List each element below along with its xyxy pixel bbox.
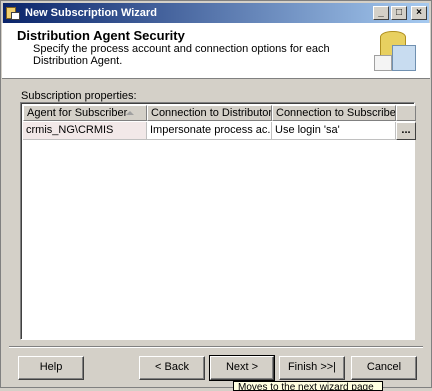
- wizard-header: Distribution Agent Security Specify the …: [2, 23, 430, 79]
- next-button-tooltip: Moves to the next wizard page: [233, 381, 383, 391]
- app-icon-part-b: [11, 12, 20, 20]
- title-bar: New Subscription Wizard _ □ ×: [3, 3, 429, 23]
- document-icon: [374, 55, 392, 71]
- column-header-distributor[interactable]: Connection to Distributor: [147, 105, 272, 121]
- column-header-agent[interactable]: Agent for Subscriber: [23, 105, 147, 121]
- close-button[interactable]: ×: [411, 6, 427, 20]
- column-header-subscriber[interactable]: Connection to Subscriber: [272, 105, 396, 121]
- column-header-agent-label: Agent for Subscriber: [27, 107, 128, 119]
- cancel-button[interactable]: Cancel: [351, 356, 417, 380]
- cell-agent[interactable]: crmis_NG\CRMIS: [23, 122, 147, 140]
- wizard-app-icon: [5, 5, 21, 21]
- finish-button[interactable]: Finish >>|: [279, 356, 345, 380]
- cell-distributor-connection[interactable]: Impersonate process ac...: [147, 122, 272, 140]
- server-box-icon: [392, 45, 416, 71]
- minimize-button[interactable]: _: [373, 6, 389, 20]
- edit-security-button[interactable]: ...: [396, 122, 416, 140]
- window-title: New Subscription Wizard: [25, 7, 157, 19]
- subscription-properties-label: Subscription properties:: [21, 90, 137, 102]
- footer-separator: [9, 346, 423, 348]
- table-row[interactable]: crmis_NG\CRMIS Impersonate process ac...…: [23, 122, 416, 140]
- cell-subscriber-connection[interactable]: Use login 'sa': [272, 122, 396, 140]
- sort-asc-icon: [126, 111, 134, 115]
- page-title: Distribution Agent Security: [17, 28, 185, 43]
- column-header-edit: [396, 105, 416, 121]
- wizard-window: New Subscription Wizard _ □ × Distributi…: [0, 0, 432, 391]
- page-description: Specify the process account and connecti…: [33, 43, 330, 67]
- maximize-button[interactable]: □: [391, 6, 407, 20]
- help-button[interactable]: Help: [18, 356, 84, 380]
- back-button[interactable]: < Back: [139, 356, 205, 380]
- grid-header-row: Agent for Subscriber Connection to Distr…: [23, 105, 416, 121]
- subscription-properties-grid: Agent for Subscriber Connection to Distr…: [20, 102, 416, 340]
- next-button[interactable]: Next >: [209, 355, 275, 381]
- wizard-graphic-icon: [370, 25, 424, 77]
